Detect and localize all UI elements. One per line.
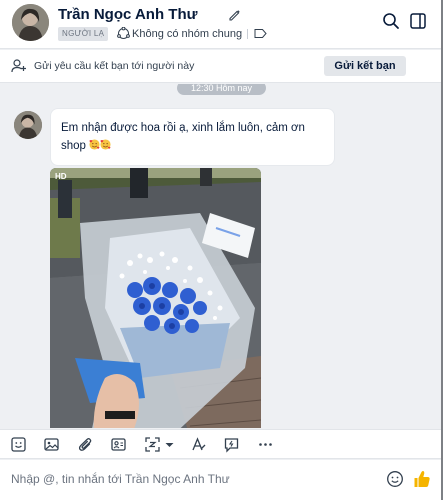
image-icon[interactable] bbox=[43, 436, 60, 453]
quick-message-icon[interactable] bbox=[223, 436, 240, 453]
thumbs-up-icon[interactable] bbox=[413, 469, 431, 489]
screenshot-icon[interactable] bbox=[144, 436, 161, 453]
attachment-icon[interactable] bbox=[77, 436, 94, 453]
message-bubble[interactable]: Em nhận được hoa rồi ạ, xinh lắm luôn, c… bbox=[51, 109, 334, 165]
more-icon[interactable] bbox=[257, 436, 274, 453]
message-photo[interactable] bbox=[50, 168, 261, 428]
send-friend-request-button[interactable]: Gửi kết bạn bbox=[324, 56, 406, 76]
format-text-icon[interactable] bbox=[190, 436, 207, 453]
message-list[interactable]: 12:30 Hôm nay Em nhận được hoa rồi ạ, xi… bbox=[0, 84, 443, 428]
friend-request-text: Gửi yêu cầu kết bạn tới người này bbox=[34, 60, 195, 72]
bouquet-photo bbox=[50, 168, 261, 428]
group-icon bbox=[117, 27, 130, 39]
panel-icon[interactable] bbox=[409, 12, 427, 30]
common-groups-label: Không có nhóm chung bbox=[132, 27, 243, 40]
smiling-face-with-hearts-icon bbox=[100, 139, 111, 150]
message-text-line-1: Em nhận được hoa rồi ạ, xinh lắm luôn, c… bbox=[61, 122, 305, 134]
contact-name: Trần Ngọc Anh Thư bbox=[58, 6, 198, 23]
divider bbox=[247, 29, 248, 39]
message-text-line-2: shop bbox=[61, 137, 324, 155]
message-input[interactable] bbox=[11, 469, 371, 489]
tag-icon[interactable] bbox=[254, 28, 267, 39]
edit-icon[interactable] bbox=[228, 8, 242, 22]
smiling-face-with-hearts-icon bbox=[89, 139, 100, 150]
contact-card-icon[interactable] bbox=[110, 436, 127, 453]
common-groups[interactable]: Không có nhóm chung bbox=[117, 25, 242, 42]
chevron-down-icon[interactable] bbox=[164, 436, 175, 453]
sender-avatar[interactable] bbox=[14, 111, 42, 139]
contact-avatar[interactable] bbox=[12, 4, 49, 41]
message-text-word: shop bbox=[61, 140, 86, 152]
hd-badge: HD bbox=[55, 172, 67, 181]
add-user-icon bbox=[11, 59, 26, 73]
composer bbox=[0, 460, 443, 500]
composer-toolbar bbox=[0, 429, 443, 459]
time-divider: 12:30 Hôm nay bbox=[177, 84, 266, 95]
chat-header: Trần Ngọc Anh Thư NGƯỜI LẠ Không có nhóm… bbox=[0, 0, 443, 49]
emoji-icon[interactable] bbox=[386, 470, 404, 488]
sticker-icon[interactable] bbox=[10, 436, 27, 453]
search-icon[interactable] bbox=[382, 12, 400, 30]
stranger-badge: NGƯỜI LẠ bbox=[58, 27, 109, 41]
